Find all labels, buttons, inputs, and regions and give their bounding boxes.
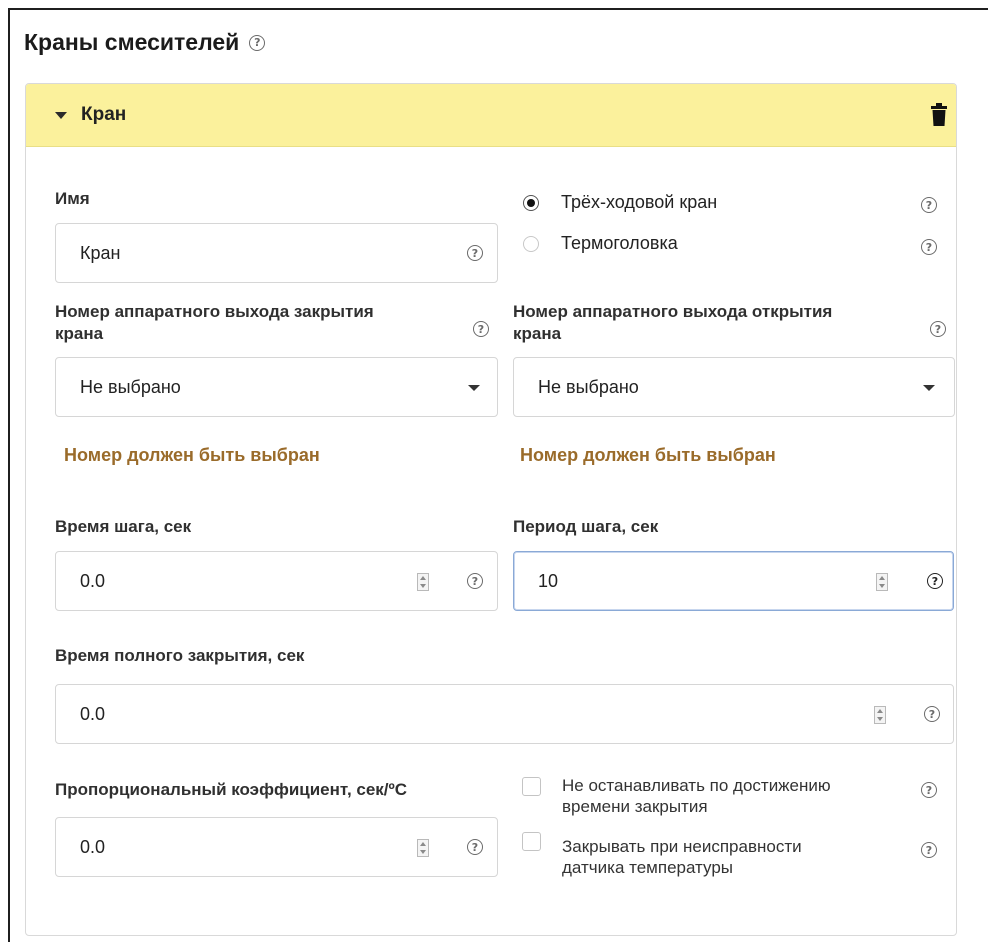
valve-card: Кран Имя Кран ? Трёх-ходовой кран ? Терм… bbox=[25, 83, 957, 936]
no-stop-label-line2: времени закрытия bbox=[562, 797, 708, 816]
help-circle-icon[interactable]: ? bbox=[921, 782, 937, 798]
close-on-fault-label-line1: Закрывать при неисправности bbox=[562, 837, 802, 856]
radio-button[interactable] bbox=[523, 235, 539, 252]
full-close-time-value: 0.0 bbox=[80, 703, 106, 724]
close-output-warning: Номер должен быть выбран bbox=[64, 445, 320, 465]
radio-label: Трёх-ходовой кран bbox=[561, 192, 718, 212]
spinner-icon[interactable] bbox=[417, 573, 429, 591]
close-output-label-line2: крана bbox=[55, 324, 104, 343]
open-output-warning: Номер должен быть выбран bbox=[520, 445, 776, 465]
name-label: Имя bbox=[55, 189, 90, 208]
close-on-fault-label[interactable]: Закрывать при неисправности датчика темп… bbox=[562, 836, 802, 878]
caret-down-icon bbox=[468, 385, 480, 391]
step-time-label: Время шага, сек bbox=[55, 517, 192, 536]
spinner-icon[interactable] bbox=[874, 706, 886, 724]
help-circle-icon[interactable]: ? bbox=[249, 34, 266, 51]
full-close-time-label: Время полного закрытия, сек bbox=[55, 646, 305, 665]
prop-coef-label: Пропорциональный коэффициент, сек/ºC bbox=[55, 780, 408, 799]
section-title: Краны смесителей ? bbox=[24, 29, 266, 56]
close-output-label-line1: Номер аппаратного выхода закрытия bbox=[55, 302, 374, 321]
name-input[interactable]: Кран ? bbox=[55, 223, 498, 283]
prop-coef-input[interactable]: 0.0 ? bbox=[55, 817, 498, 877]
help-circle-icon[interactable]: ? bbox=[924, 706, 940, 722]
step-time-input[interactable]: 0.0 ? bbox=[55, 551, 498, 611]
help-circle-icon[interactable]: ? bbox=[467, 839, 483, 855]
no-stop-label-line1: Не останавливать по достижению bbox=[562, 776, 831, 795]
prop-coef-value: 0.0 bbox=[80, 836, 106, 857]
spinner-icon[interactable] bbox=[417, 839, 429, 857]
open-output-label-line1: Номер аппаратного выхода открытия bbox=[513, 302, 833, 321]
help-circle-icon[interactable]: ? bbox=[473, 321, 489, 337]
spinner-icon[interactable] bbox=[876, 573, 888, 591]
help-circle-icon[interactable]: ? bbox=[467, 573, 483, 589]
caret-down-icon bbox=[923, 385, 935, 391]
name-input-value: Кран bbox=[80, 242, 121, 263]
help-circle-icon[interactable]: ? bbox=[927, 573, 943, 589]
open-output-label-line2: крана bbox=[513, 324, 562, 343]
close-output-label: Номер аппаратного выхода закрытия крана bbox=[55, 301, 475, 345]
close-output-value: Не выбрано bbox=[80, 376, 181, 397]
close-output-select[interactable]: Не выбрано bbox=[55, 357, 498, 417]
close-on-fault-label-line2: датчика температуры bbox=[562, 858, 734, 877]
step-time-value: 0.0 bbox=[80, 570, 106, 591]
card-header[interactable]: Кран bbox=[26, 84, 956, 147]
step-period-input[interactable]: 10 ? bbox=[513, 551, 954, 611]
help-circle-icon[interactable]: ? bbox=[921, 239, 937, 255]
step-period-value: 10 bbox=[538, 570, 559, 591]
card-title: Кран bbox=[81, 104, 127, 125]
help-circle-icon[interactable]: ? bbox=[930, 321, 946, 337]
radio-thermohead[interactable]: Термоголовка bbox=[523, 233, 678, 254]
open-output-select[interactable]: Не выбрано bbox=[513, 357, 955, 417]
close-on-fault-checkbox[interactable] bbox=[522, 832, 541, 851]
open-output-value: Не выбрано bbox=[538, 376, 639, 397]
full-close-time-input[interactable]: 0.0 ? bbox=[55, 684, 954, 744]
radio-button[interactable] bbox=[523, 194, 539, 211]
no-stop-checkbox[interactable] bbox=[522, 777, 541, 796]
radio-label: Термоголовка bbox=[561, 233, 678, 253]
open-output-label: Номер аппаратного выхода открытия крана bbox=[513, 301, 933, 345]
no-stop-label[interactable]: Не останавливать по достижению времени з… bbox=[562, 775, 831, 817]
radio-three-way[interactable]: Трёх-ходовой кран bbox=[523, 192, 717, 213]
help-circle-icon[interactable]: ? bbox=[921, 842, 937, 858]
step-period-label: Период шага, сек bbox=[513, 517, 659, 536]
section-title-text: Краны смесителей bbox=[24, 29, 240, 55]
help-circle-icon[interactable]: ? bbox=[921, 197, 937, 213]
help-circle-icon[interactable]: ? bbox=[467, 245, 483, 261]
trash-icon[interactable] bbox=[931, 103, 947, 127]
caret-down-icon[interactable] bbox=[55, 112, 67, 119]
